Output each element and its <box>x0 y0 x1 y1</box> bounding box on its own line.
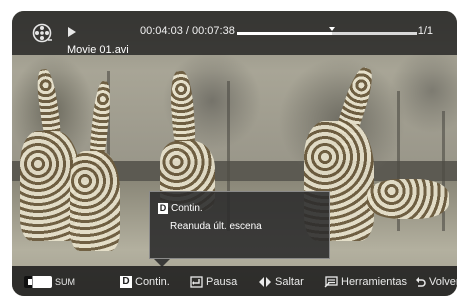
d-key-badge: D <box>120 276 132 289</box>
video-player-screen: 00:04:03 / 00:07:38 1/1 Movie 01.avi D Co… <box>12 11 457 296</box>
resume-popup[interactable]: D Contin. Reanuda últ. escena <box>149 191 330 259</box>
popup-message: Reanuda últ. escena <box>170 221 262 232</box>
continue-button[interactable]: D Contin. <box>120 275 170 289</box>
film-reel-icon <box>32 23 52 43</box>
remote-key-guide-bar: SUM D Contin. Pausa Saltar Herramientas … <box>12 266 457 296</box>
return-icon <box>416 277 426 287</box>
tools-icon <box>324 276 338 288</box>
progress-position-marker <box>329 27 336 31</box>
track-counter: 1/1 <box>417 25 433 37</box>
sum-button[interactable]: SUM <box>24 275 75 289</box>
popup-title: Contin. <box>171 203 203 214</box>
playback-time: 00:04:03 / 00:07:38 <box>140 25 235 37</box>
enter-icon <box>190 276 203 288</box>
back-button[interactable]: Volver <box>415 275 457 289</box>
popup-title-row: D Contin. <box>158 203 203 214</box>
tools-button[interactable]: Herramientas <box>324 275 407 289</box>
skip-button[interactable]: Saltar <box>258 275 304 289</box>
play-icon <box>68 27 76 37</box>
pause-button[interactable]: Pausa <box>190 275 237 289</box>
sum-icon <box>24 276 52 289</box>
d-key-badge: D <box>158 203 168 214</box>
progress-fill <box>237 32 333 35</box>
playback-progress-bar[interactable] <box>237 27 417 35</box>
left-right-arrows-icon <box>259 277 271 288</box>
file-name: Movie 01.avi <box>67 44 129 56</box>
